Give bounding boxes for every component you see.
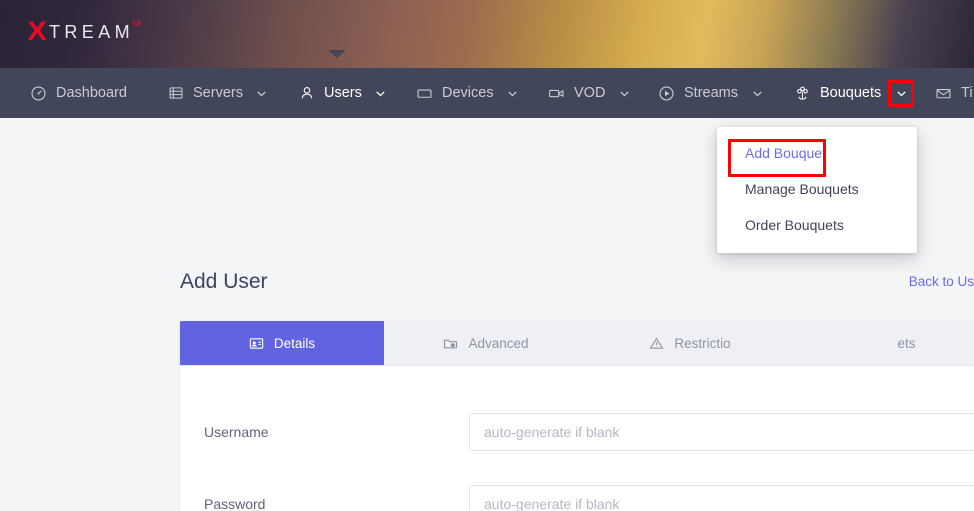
tab-label-bouquets: ets bbox=[897, 335, 916, 351]
gauge-icon bbox=[30, 85, 47, 102]
play-circle-icon bbox=[658, 85, 675, 102]
nav-item-tickets[interactable]: Ti bbox=[935, 68, 973, 118]
chevron-down-icon-bouquets[interactable] bbox=[888, 79, 915, 107]
dropdown-item-order-bouquets[interactable]: Order Bouquets bbox=[717, 207, 917, 243]
back-to-users-link[interactable]: Back to Us bbox=[909, 274, 974, 289]
nav-label-tickets: Ti bbox=[961, 85, 973, 101]
logo-wordmark: TREAM bbox=[49, 22, 135, 42]
tab-bouquets[interactable]: ets bbox=[792, 321, 974, 365]
nav-label-users: Users bbox=[324, 85, 362, 101]
label-username: Username bbox=[204, 424, 269, 440]
xtream-logo[interactable]: X TREAM UI bbox=[27, 16, 142, 46]
server-icon bbox=[167, 85, 184, 102]
dropdown-item-manage-bouquets[interactable]: Manage Bouquets bbox=[717, 171, 917, 207]
nav-label-dashboard: Dashboard bbox=[56, 85, 127, 101]
form-row-password: Password bbox=[180, 468, 974, 511]
nav-item-dashboard[interactable]: Dashboard bbox=[30, 68, 127, 118]
tab-bar: Details Advanced Restrictio ets bbox=[180, 321, 974, 366]
chevron-down-icon-vod[interactable] bbox=[616, 85, 632, 101]
brand-header: X TREAM UI bbox=[0, 0, 974, 68]
nav-active-pointer bbox=[328, 50, 346, 58]
dropdown-item-add-bouquet[interactable]: Add Bouquet bbox=[717, 135, 917, 171]
nav-label-vod: VOD bbox=[574, 85, 606, 101]
password-input[interactable] bbox=[469, 485, 974, 511]
bouquets-dropdown-menu: Add Bouquet Manage Bouquets Order Bouque… bbox=[717, 127, 917, 253]
tab-advanced[interactable]: Advanced bbox=[384, 321, 588, 365]
nav-label-servers: Servers bbox=[193, 85, 243, 101]
video-icon bbox=[548, 85, 565, 102]
control-username bbox=[469, 413, 974, 451]
username-input[interactable] bbox=[469, 413, 974, 451]
label-password: Password bbox=[204, 496, 266, 511]
nav-label-bouquets: Bouquets bbox=[820, 85, 882, 101]
nav-item-devices[interactable]: Devices bbox=[416, 68, 521, 118]
flower-icon bbox=[794, 85, 811, 102]
tab-restrictions[interactable]: Restrictio bbox=[588, 321, 792, 365]
add-user-form: Username Password Owner* bbox=[180, 366, 974, 511]
device-icon bbox=[416, 85, 433, 102]
nav-label-devices: Devices bbox=[442, 85, 494, 101]
chevron-down-icon-users[interactable] bbox=[373, 85, 389, 101]
main-navbar: Dashboard Servers Users Devices VOD Stre… bbox=[0, 68, 974, 118]
user-icon bbox=[298, 85, 315, 102]
tab-label-details: Details bbox=[273, 335, 316, 351]
id-card-icon bbox=[249, 336, 264, 351]
nav-item-streams[interactable]: Streams bbox=[658, 68, 765, 118]
settings-folder-icon bbox=[443, 336, 458, 351]
chevron-down-icon-devices[interactable] bbox=[505, 85, 521, 101]
chevron-down-icon-servers[interactable] bbox=[254, 85, 270, 101]
tab-label-restrictions: Restrictio bbox=[674, 335, 731, 351]
nav-item-bouquets[interactable]: Bouquets bbox=[794, 68, 915, 118]
control-password bbox=[469, 485, 974, 511]
chevron-down-icon-streams[interactable] bbox=[749, 85, 765, 101]
logo-x-mark: X bbox=[27, 16, 46, 46]
tab-label-advanced: Advanced bbox=[468, 335, 529, 351]
nav-item-servers[interactable]: Servers bbox=[167, 68, 270, 118]
nav-label-streams: Streams bbox=[684, 85, 738, 101]
logo-superscript: UI bbox=[133, 19, 142, 28]
add-user-card: Details Advanced Restrictio ets Username… bbox=[180, 321, 974, 511]
nav-item-vod[interactable]: VOD bbox=[548, 68, 632, 118]
form-row-username: Username bbox=[180, 396, 974, 468]
warning-icon bbox=[649, 336, 664, 351]
tab-details[interactable]: Details bbox=[180, 321, 384, 365]
envelope-icon bbox=[935, 85, 952, 102]
nav-item-users[interactable]: Users bbox=[298, 68, 389, 118]
page-title: Add User bbox=[180, 270, 268, 293]
